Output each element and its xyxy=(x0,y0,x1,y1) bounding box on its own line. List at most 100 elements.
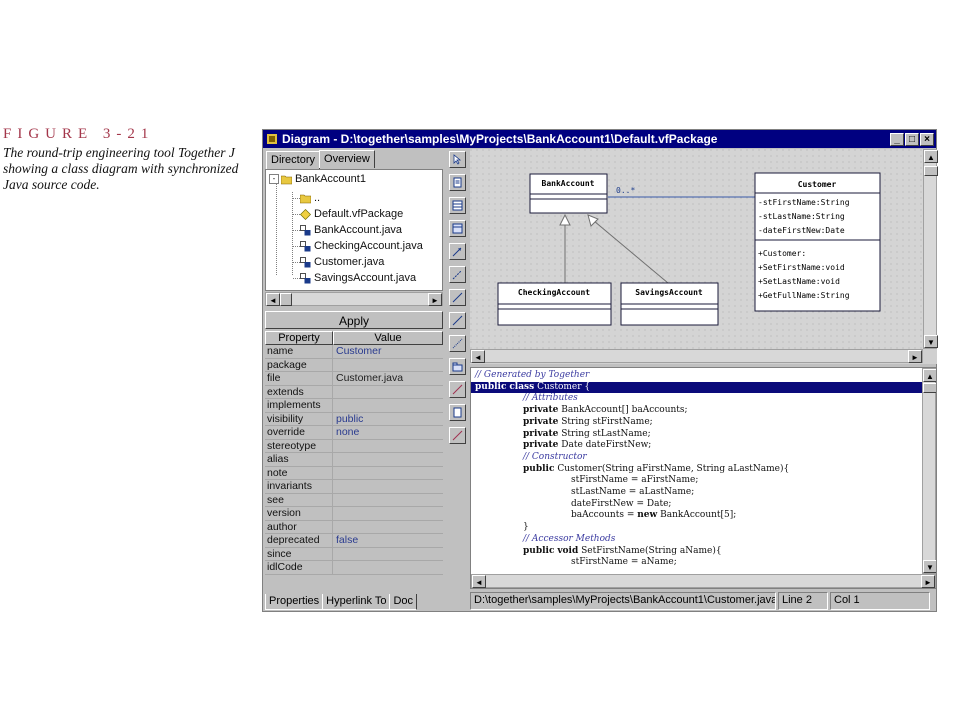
code-comment-line[interactable]: // Attributes xyxy=(471,393,578,405)
table-row[interactable]: implements xyxy=(265,399,443,413)
class-box-customer[interactable]: Customer -stFirstName:String -stLastName… xyxy=(754,172,881,312)
table-row[interactable]: visibility public xyxy=(265,412,443,426)
scroll-up-icon[interactable]: ▲ xyxy=(923,369,936,382)
code-line[interactable]: stFirstName = aName; xyxy=(471,557,677,569)
generalization-tool-icon[interactable] xyxy=(449,243,466,260)
tab-properties[interactable]: Properties xyxy=(265,594,324,610)
scroll-right-icon[interactable]: ► xyxy=(908,350,922,363)
property-value[interactable] xyxy=(333,467,443,480)
table-row[interactable]: extends xyxy=(265,385,443,399)
code-comment-line[interactable]: // Constructor xyxy=(471,452,587,464)
tab-doc[interactable]: Doc xyxy=(389,594,418,610)
property-value[interactable] xyxy=(333,561,443,575)
minimize-button[interactable]: _ xyxy=(890,132,904,146)
code-line[interactable]: baAccounts = new BankAccount[5]; xyxy=(471,510,736,522)
property-value[interactable] xyxy=(333,359,443,372)
property-value[interactable] xyxy=(333,521,443,534)
property-value[interactable] xyxy=(333,507,443,521)
diagram-horizontal-scrollbar[interactable]: ◄ ► xyxy=(470,349,923,363)
document-tool-icon[interactable] xyxy=(449,404,466,421)
code-line[interactable]: private Date dateFirstNew; xyxy=(471,440,651,452)
tree-item[interactable]: .. xyxy=(300,190,320,206)
interface-tool-icon[interactable] xyxy=(449,220,466,237)
diagram-vertical-scrollbar[interactable]: ▲ ▼ xyxy=(923,149,938,349)
table-row[interactable]: file Customer.java xyxy=(265,372,443,386)
tree-item[interactable]: Customer.java xyxy=(300,254,384,270)
table-row[interactable]: since xyxy=(265,547,443,561)
table-row[interactable]: invariants xyxy=(265,480,443,494)
apply-button[interactable]: Apply xyxy=(265,311,443,329)
table-row[interactable]: package xyxy=(265,358,443,372)
code-vertical-scrollbar[interactable]: ▲ ▼ xyxy=(922,368,936,574)
scroll-up-icon[interactable]: ▲ xyxy=(924,150,938,163)
close-button[interactable]: × xyxy=(920,132,934,146)
scroll-down-icon[interactable]: ▼ xyxy=(924,335,938,348)
tree-item[interactable]: Default.vfPackage xyxy=(300,206,403,222)
property-value[interactable]: Customer.java xyxy=(333,372,443,386)
property-value[interactable]: false xyxy=(333,534,443,548)
table-row[interactable]: note xyxy=(265,466,443,480)
note-link-tool-icon[interactable] xyxy=(449,427,466,444)
code-editor[interactable]: // Generated by Together public class Cus… xyxy=(470,367,937,589)
code-line[interactable]: private String stFirstName; xyxy=(471,417,653,429)
property-value[interactable] xyxy=(333,440,443,453)
diagram-canvas[interactable]: 0..* BankAccount Customer -stFirstName:S… xyxy=(470,149,938,364)
table-row[interactable]: deprecated false xyxy=(265,534,443,548)
link-tool-icon[interactable] xyxy=(449,335,466,352)
code-line[interactable]: public Customer(String aFirstName, Strin… xyxy=(471,464,789,476)
code-line[interactable]: stFirstName = aFirstName; xyxy=(471,475,698,487)
tab-hyperlink-to[interactable]: Hyperlink To xyxy=(322,594,391,610)
code-line[interactable]: private String stLastName; xyxy=(471,429,651,441)
scroll-down-icon[interactable]: ▼ xyxy=(923,560,936,573)
scroll-left-icon[interactable]: ◄ xyxy=(471,350,485,363)
scroll-right-icon[interactable]: ► xyxy=(428,293,442,306)
collapse-icon[interactable]: - xyxy=(269,174,279,184)
scroll-thumb[interactable] xyxy=(280,293,292,306)
table-row[interactable]: version xyxy=(265,507,443,521)
code-line[interactable]: public class Customer { xyxy=(471,381,924,394)
title-bar[interactable]: Diagram - D:\together\samples\MyProjects… xyxy=(263,130,936,148)
class-box-checkingaccount[interactable]: CheckingAccount xyxy=(497,282,612,326)
tree-item[interactable]: BankAccount.java xyxy=(300,222,402,238)
tree-item[interactable]: CheckingAccount.java xyxy=(300,238,423,254)
table-row[interactable]: idlCode xyxy=(265,561,443,575)
property-value[interactable] xyxy=(333,494,443,507)
select-tool-icon[interactable] xyxy=(449,151,466,168)
class-box-savingsaccount[interactable]: SavingsAccount xyxy=(620,282,719,326)
code-horizontal-scrollbar[interactable]: ◄ ► xyxy=(471,574,936,588)
tree-root[interactable]: - BankAccount1 xyxy=(269,171,366,187)
table-row[interactable]: name Customer xyxy=(265,345,443,359)
scroll-thumb[interactable] xyxy=(924,166,938,176)
note-tool-icon[interactable] xyxy=(449,174,466,191)
tab-directory[interactable]: Directory xyxy=(266,151,321,169)
property-value[interactable] xyxy=(333,399,443,413)
column-header-property[interactable]: Property xyxy=(265,331,333,345)
dependency-tool-icon[interactable] xyxy=(449,266,466,283)
association-tool-icon[interactable] xyxy=(449,289,466,306)
aggregation-tool-icon[interactable] xyxy=(449,312,466,329)
property-value[interactable] xyxy=(333,386,443,399)
code-comment-line[interactable]: // Accessor Methods xyxy=(471,534,615,546)
scroll-left-icon[interactable]: ◄ xyxy=(266,293,280,306)
code-comment-line[interactable]: // Generated by Together xyxy=(471,370,589,382)
tab-overview[interactable]: Overview xyxy=(319,150,375,168)
scroll-left-icon[interactable]: ◄ xyxy=(472,575,486,588)
code-line[interactable]: private BankAccount[] baAccounts; xyxy=(471,405,688,417)
table-row[interactable]: override none xyxy=(265,426,443,440)
property-value[interactable] xyxy=(333,480,443,494)
maximize-button[interactable]: □ xyxy=(905,132,919,146)
table-row[interactable]: stereotype xyxy=(265,439,443,453)
code-line[interactable]: } xyxy=(471,522,529,534)
tree-item[interactable]: SavingsAccount.java xyxy=(300,270,416,286)
scroll-thumb[interactable] xyxy=(923,383,936,393)
property-value[interactable] xyxy=(333,548,443,561)
code-line[interactable]: stLastName = aLastName; xyxy=(471,487,694,499)
property-value[interactable] xyxy=(333,453,443,467)
class-tool-icon[interactable] xyxy=(449,197,466,214)
scroll-right-icon[interactable]: ► xyxy=(921,575,935,588)
code-line[interactable]: public void SetFirstName(String aName){ xyxy=(471,546,722,558)
package-tool-icon[interactable] xyxy=(449,358,466,375)
property-value[interactable]: none xyxy=(333,426,443,440)
column-header-value[interactable]: Value xyxy=(333,331,443,345)
line-tool-icon[interactable] xyxy=(449,381,466,398)
